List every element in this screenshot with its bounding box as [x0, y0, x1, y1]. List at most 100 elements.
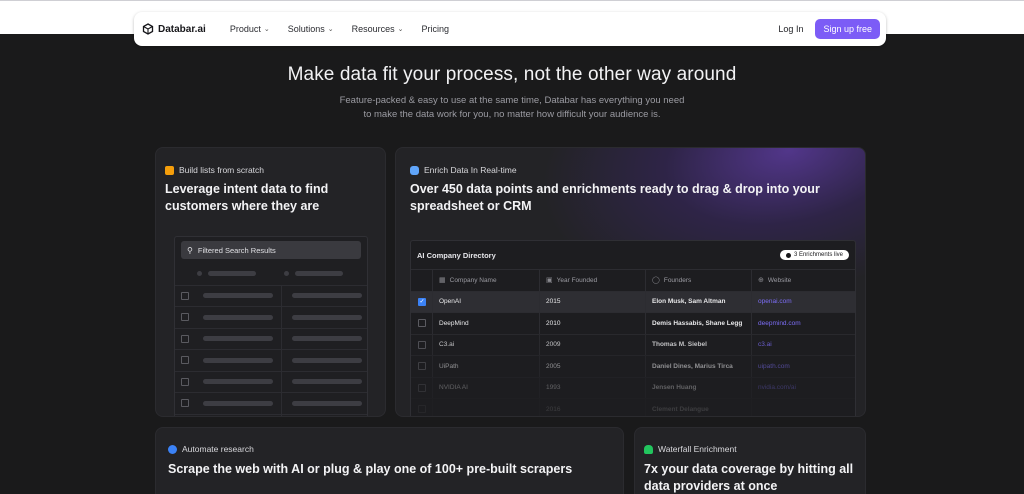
row-checkbox[interactable]	[181, 313, 189, 322]
filtered-results-table: ⚲ Filtered Search Results	[174, 236, 368, 416]
website-link[interactable]: c3.ai	[752, 335, 855, 356]
row-placeholder	[292, 357, 362, 363]
row-placeholder	[203, 357, 273, 363]
table-row[interactable]: C3.ai 2009 Thomas M. Siebel c3.ai	[411, 333, 855, 356]
row-checkbox[interactable]	[417, 297, 426, 306]
nav-resources[interactable]: Resources ⌄	[352, 24, 404, 34]
row-checkbox[interactable]	[181, 291, 189, 300]
row-placeholder	[203, 400, 273, 406]
card-tag-label: Enrich Data In Real-time	[424, 165, 517, 175]
row-checkbox[interactable]	[417, 340, 426, 349]
year-founded-cell: 2010	[540, 313, 646, 334]
list-item[interactable]	[175, 413, 367, 416]
filtered-search-bar[interactable]: ⚲ Filtered Search Results	[181, 241, 361, 259]
card-title-line1: Leverage intent data to find	[165, 182, 329, 196]
row-placeholder	[292, 314, 362, 320]
hero-subtitle-line2: to make the data work for you, no matter…	[363, 109, 661, 120]
brand-logo[interactable]: Databar.ai	[142, 23, 206, 35]
card-tag: Enrich Data In Real-time	[410, 165, 517, 175]
database-icon	[410, 165, 419, 175]
list-item[interactable]	[175, 349, 367, 371]
table-row[interactable]: NVIDIA AI 1993 Jensen Huang nvidia.com/a…	[411, 376, 855, 399]
chevron-down-icon: ⌄	[263, 26, 270, 33]
row-placeholder	[203, 336, 273, 342]
website-link[interactable]: uipath.com	[752, 356, 855, 377]
table-row[interactable]: DeepMind 2010 Demis Hassabis, Shane Legg…	[411, 312, 855, 334]
col-founders[interactable]: ◯ Founders	[646, 270, 752, 291]
row-checkbox[interactable]	[417, 383, 426, 392]
list-item[interactable]	[175, 306, 367, 328]
card-automate-research: Automate research Scrape the web with AI…	[155, 427, 624, 494]
col-year-founded[interactable]: ▣ Year Founded	[540, 270, 646, 291]
header-placeholder	[208, 271, 256, 277]
row-checkbox[interactable]	[417, 362, 426, 371]
nav-solutions-label: Solutions	[287, 24, 325, 34]
founders-cell: Clement Delangue	[646, 399, 752, 416]
nav-product[interactable]: Product ⌄	[230, 24, 270, 34]
year-founded-cell: 1993	[540, 377, 646, 398]
card-title-line2: spreadsheet or CRM	[410, 199, 532, 213]
table-row[interactable]: 2016 Clement Delangue	[411, 398, 855, 416]
card-title: Scrape the web with AI or plug & play on…	[168, 462, 573, 476]
header-dot	[197, 271, 202, 277]
company-directory-table: AI Company Directory 3 Enrichments live …	[410, 240, 856, 416]
website-link[interactable]	[752, 399, 855, 416]
website-link[interactable]: openai.com	[752, 292, 855, 313]
company-name-cell: UiPath	[433, 356, 540, 377]
col-website-label: Website	[767, 276, 792, 284]
row-checkbox[interactable]	[181, 356, 189, 365]
list-item[interactable]	[175, 327, 367, 349]
card-build-lists: Build lists from scratch Leverage intent…	[155, 147, 386, 417]
list-item[interactable]	[175, 284, 367, 306]
column-divider	[281, 285, 282, 306]
calendar-icon: ▣	[546, 277, 553, 285]
header-dot	[284, 271, 289, 277]
col-company-name[interactable]: ▦ Company Name	[433, 270, 540, 291]
column-divider	[281, 371, 282, 392]
founders-cell: Jensen Huang	[646, 377, 752, 398]
nav-links: Product ⌄ Solutions ⌄ Resources ⌄ Pricing	[230, 24, 449, 34]
card-tag: Waterfall Enrichment	[644, 444, 737, 454]
row-checkbox[interactable]	[417, 319, 426, 328]
login-link[interactable]: Log In	[778, 24, 803, 34]
building-icon: ▦	[439, 277, 446, 285]
company-name-cell: NVIDIA AI	[433, 377, 540, 398]
nav-pricing[interactable]: Pricing	[422, 24, 450, 34]
website-link[interactable]: nvidia.com/ai	[752, 378, 855, 399]
col-founders-label: Founders	[663, 276, 692, 284]
company-name-cell: DeepMind	[433, 313, 540, 334]
company-name-cell: OpenAI	[433, 291, 540, 312]
website-link[interactable]: deepmind.com	[752, 313, 855, 334]
row-select-cell	[411, 291, 433, 312]
nav-solutions[interactable]: Solutions ⌄	[288, 24, 334, 34]
row-select-cell	[411, 334, 433, 355]
row-checkbox[interactable]	[181, 377, 189, 386]
list-item[interactable]	[175, 370, 367, 392]
list-item[interactable]	[175, 392, 367, 414]
row-placeholder	[292, 336, 362, 342]
col-website[interactable]: ⊕ Website	[752, 270, 855, 291]
col-year-founded-label: Year Founded	[556, 276, 598, 284]
signup-button[interactable]: Sign up free	[815, 19, 880, 39]
table-row[interactable]: OpenAI 2015 Elon Musk, Sam Altman openai…	[411, 290, 855, 313]
table-title: AI Company Directory	[417, 250, 496, 260]
brand-name: Databar.ai	[158, 23, 206, 35]
founders-cell: Demis Hassabis, Shane Legg	[646, 313, 752, 334]
card-title: 7x your data coverage by hitting all dat…	[644, 461, 862, 494]
column-divider	[281, 393, 282, 414]
founders-cell: Thomas M. Siebel	[646, 334, 752, 355]
column-divider	[281, 328, 282, 349]
hero-subtitle: Feature-packed & easy to use at the same…	[312, 94, 712, 122]
chevron-down-icon: ⌄	[327, 26, 334, 33]
nav-actions: Log In Sign up free	[778, 19, 880, 39]
card-enrich-data: Enrich Data In Real-time Over 450 data p…	[395, 147, 866, 417]
row-checkbox[interactable]	[181, 334, 189, 343]
table-row[interactable]: UiPath 2005 Daniel Dines, Marius Tirca u…	[411, 355, 855, 377]
company-name-cell	[433, 399, 540, 416]
globe-icon: ⊕	[758, 277, 764, 285]
card-title: Over 450 data points and enrichments rea…	[410, 181, 850, 215]
row-checkbox[interactable]	[417, 405, 426, 414]
nav-resources-label: Resources	[351, 24, 395, 34]
row-select-cell	[411, 377, 433, 398]
row-checkbox[interactable]	[181, 399, 189, 408]
